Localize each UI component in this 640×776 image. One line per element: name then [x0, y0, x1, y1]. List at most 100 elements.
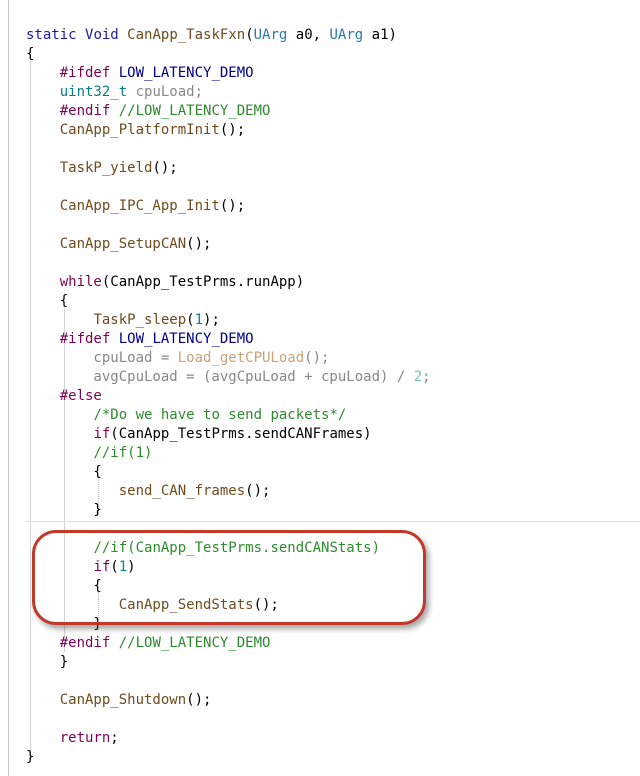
code-token: LOW_LATENCY_DEMO: [118, 65, 254, 81]
code-token: 2: [413, 369, 423, 385]
code-token: CanApp_TaskFxn: [127, 27, 246, 43]
code-token: Void: [85, 27, 119, 43]
code-line[interactable]: CanApp_SetupCAN();: [26, 235, 212, 254]
code-token: uint32_t: [59, 84, 128, 100]
code-token: CanApp_PlatformInit: [59, 122, 220, 138]
code-line[interactable]: CanApp_PlatformInit();: [26, 121, 245, 140]
code-line[interactable]: //if(1): [26, 444, 152, 463]
code-token: #ifdef: [59, 65, 111, 81]
code-token: ();: [186, 692, 212, 708]
code-line[interactable]: CanApp_Shutdown();: [26, 691, 212, 710]
code-token: #ifdef: [59, 331, 111, 347]
code-token: ();: [219, 122, 246, 138]
code-line[interactable]: CanApp_IPC_App_Init();: [26, 197, 245, 216]
code-line[interactable]: #endif //LOW_LATENCY_DEMO: [26, 634, 271, 653]
code-line[interactable]: }: [26, 653, 68, 672]
code-line[interactable]: #ifdef LOW_LATENCY_DEMO: [26, 330, 254, 349]
code-token: if: [93, 426, 111, 442]
code-token: TaskP_sleep: [93, 312, 187, 328]
code-line[interactable]: TaskP_sleep(1);: [26, 311, 219, 330]
code-token: (: [186, 312, 195, 328]
code-line[interactable]: TaskP_yield();: [26, 159, 178, 178]
code-token: #endif: [59, 635, 111, 651]
code-editor[interactable]: static Void CanApp_TaskFxn(UArg a0, UArg…: [0, 0, 640, 776]
code-token: LOW_LATENCY_DEMO: [118, 331, 254, 347]
code-token: UArg: [329, 27, 364, 43]
code-token: cpuLoad;: [127, 84, 204, 100]
code-token: CanApp_IPC_App_Init: [59, 198, 220, 214]
code-line[interactable]: uint32_t cpuLoad;: [26, 83, 203, 102]
code-line[interactable]: if(CanApp_TestPrms.sendCANFrames): [26, 425, 372, 444]
code-line[interactable]: return;: [26, 729, 119, 748]
code-line[interactable]: #ifdef LOW_LATENCY_DEMO: [26, 64, 254, 83]
code-line[interactable]: avgCpuLoad = (avgCpuLoad + cpuLoad) / 2;: [26, 368, 430, 387]
code-line[interactable]: /*Do we have to send packets*/: [26, 406, 346, 425]
code-token: cpuLoad =: [26, 350, 178, 366]
code-token: {: [26, 293, 69, 309]
code-line[interactable]: while(CanApp_TestPrms.runApp): [26, 273, 304, 292]
code-token: (: [245, 27, 254, 43]
code-token: while: [59, 274, 102, 290]
code-line[interactable]: {: [26, 292, 68, 311]
line-separator: [26, 521, 640, 522]
code-token: ;: [110, 730, 119, 746]
code-token: return: [59, 730, 111, 746]
code-token: //LOW_LATENCY_DEMO: [110, 635, 271, 651]
code-line[interactable]: #endif //LOW_LATENCY_DEMO: [26, 102, 271, 121]
code-token: CanApp_SetupCAN: [59, 236, 187, 252]
code-token: Load_getCPULoad: [177, 350, 305, 366]
code-token: }: [26, 749, 35, 765]
code-line[interactable]: }: [26, 748, 34, 767]
code-line[interactable]: }: [26, 501, 102, 520]
code-token: ();: [219, 198, 246, 214]
code-token: ();: [186, 236, 212, 252]
code-line[interactable]: {: [26, 463, 102, 482]
code-token: ();: [304, 350, 330, 366]
code-token: static: [26, 27, 77, 43]
code-token: UArg: [253, 27, 288, 43]
code-line[interactable]: #else: [26, 387, 102, 406]
code-token: send_CAN_frames: [118, 483, 246, 499]
code-token: a1): [363, 27, 397, 43]
code-token: {: [26, 464, 102, 480]
code-line[interactable]: send_CAN_frames();: [26, 482, 271, 501]
highlight-annotation: [32, 530, 426, 625]
code-line[interactable]: cpuLoad = Load_getCPULoad();: [26, 349, 329, 368]
code-token: #endif: [59, 103, 111, 119]
code-token: ();: [245, 483, 271, 499]
code-line[interactable]: {: [26, 45, 34, 64]
code-token: }: [26, 502, 102, 518]
code-token: TaskP_yield: [59, 160, 153, 176]
code-token: }: [26, 654, 69, 670]
code-token: {: [26, 46, 35, 62]
code-line[interactable]: static Void CanApp_TaskFxn(UArg a0, UArg…: [26, 26, 397, 45]
editor-left-margin: [8, 0, 9, 776]
code-token: (CanApp_TestPrms.runApp): [101, 274, 305, 290]
code-token: ();: [152, 160, 178, 176]
code-token: #else: [59, 388, 102, 404]
code-token: (CanApp_TestPrms.sendCANFrames): [110, 426, 372, 442]
code-token: avgCpuLoad = (avgCpuLoad + cpuLoad) /: [26, 369, 414, 385]
code-token: //if(1): [93, 445, 153, 461]
